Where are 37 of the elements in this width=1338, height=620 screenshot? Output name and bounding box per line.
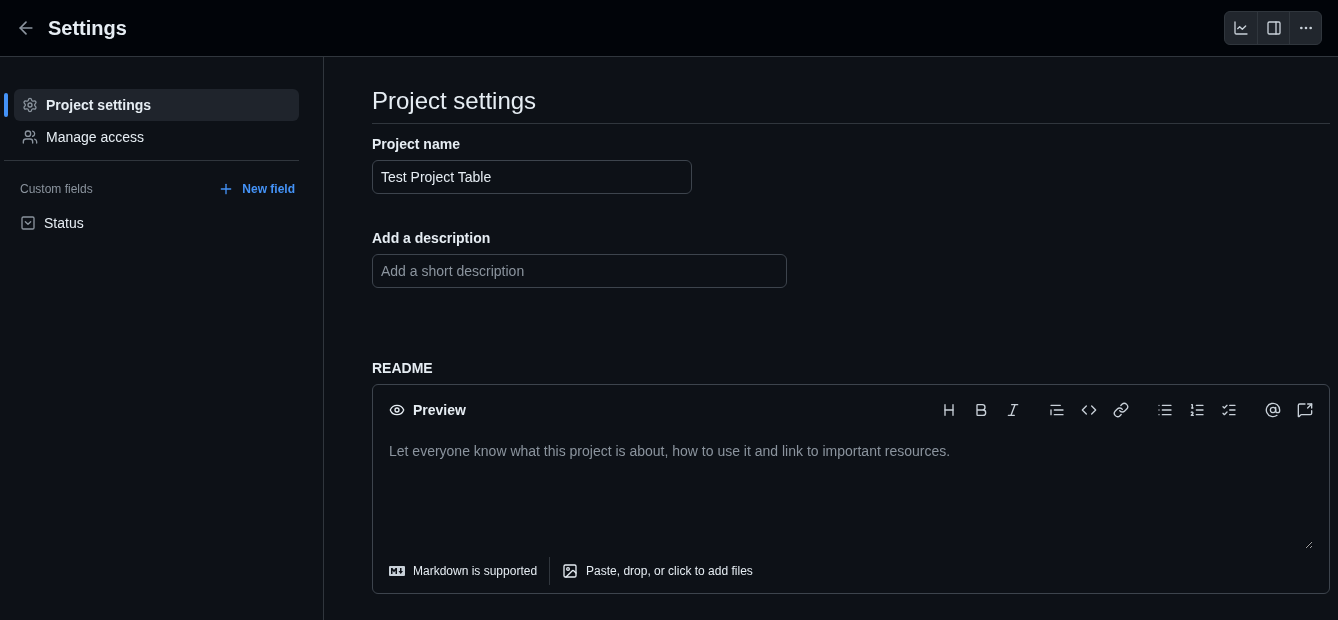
sidebar-item[interactable]: Project settings (14, 89, 299, 121)
code-icon[interactable] (1081, 402, 1097, 418)
page-title: Settings (48, 16, 128, 40)
link-icon[interactable] (1113, 402, 1129, 418)
section-heading: Custom fields (20, 182, 93, 196)
field-label: Project name (372, 136, 461, 152)
bulleted-list-icon[interactable] (1157, 402, 1173, 418)
new-field-button[interactable]: New field (218, 181, 295, 197)
bold-icon[interactable] (973, 402, 989, 418)
readme-text-area[interactable]: Let everyone know what this project is about, how to use it and link to important resources. (389, 435, 1313, 549)
task-list-icon[interactable] (1221, 402, 1237, 418)
attach-files-note[interactable]: Paste, drop, or click to add files (550, 563, 753, 579)
numbered-list-icon[interactable] (1189, 402, 1205, 418)
input-field[interactable]: Add a short description (372, 254, 787, 288)
mention-icon[interactable] (1265, 402, 1281, 418)
eye-icon (389, 402, 405, 418)
readme-editor[interactable]: Preview Let everyone know what this project is about, how to use it and link to important resources. Markdown is supported Paste, drop, or click to add files (372, 384, 1330, 594)
reference-icon[interactable] (1297, 402, 1313, 418)
gear-icon (22, 97, 38, 113)
field-label: README (372, 360, 434, 376)
dropdown-icon (20, 215, 36, 231)
input-field[interactable]: Test Project Table (372, 160, 692, 194)
section-title: Project settings (372, 87, 1330, 124)
field-label: Add a description (372, 230, 492, 246)
preview-tab[interactable]: Preview (389, 402, 941, 418)
active-indicator (4, 93, 8, 117)
markdown-icon (389, 566, 405, 576)
people-icon (22, 129, 38, 145)
italic-icon[interactable] (1005, 402, 1021, 418)
markdown-link[interactable]: Markdown is supported (389, 557, 551, 585)
side-panel-icon (1265, 20, 1282, 36)
sidebar-item[interactable]: Manage access (14, 121, 299, 153)
heading-icon[interactable] (941, 402, 957, 418)
quote-icon[interactable] (1049, 402, 1065, 418)
sidebar-item[interactable]: Status (12, 207, 299, 239)
line-chart-icon (1233, 20, 1249, 36)
image-icon (562, 563, 579, 579)
